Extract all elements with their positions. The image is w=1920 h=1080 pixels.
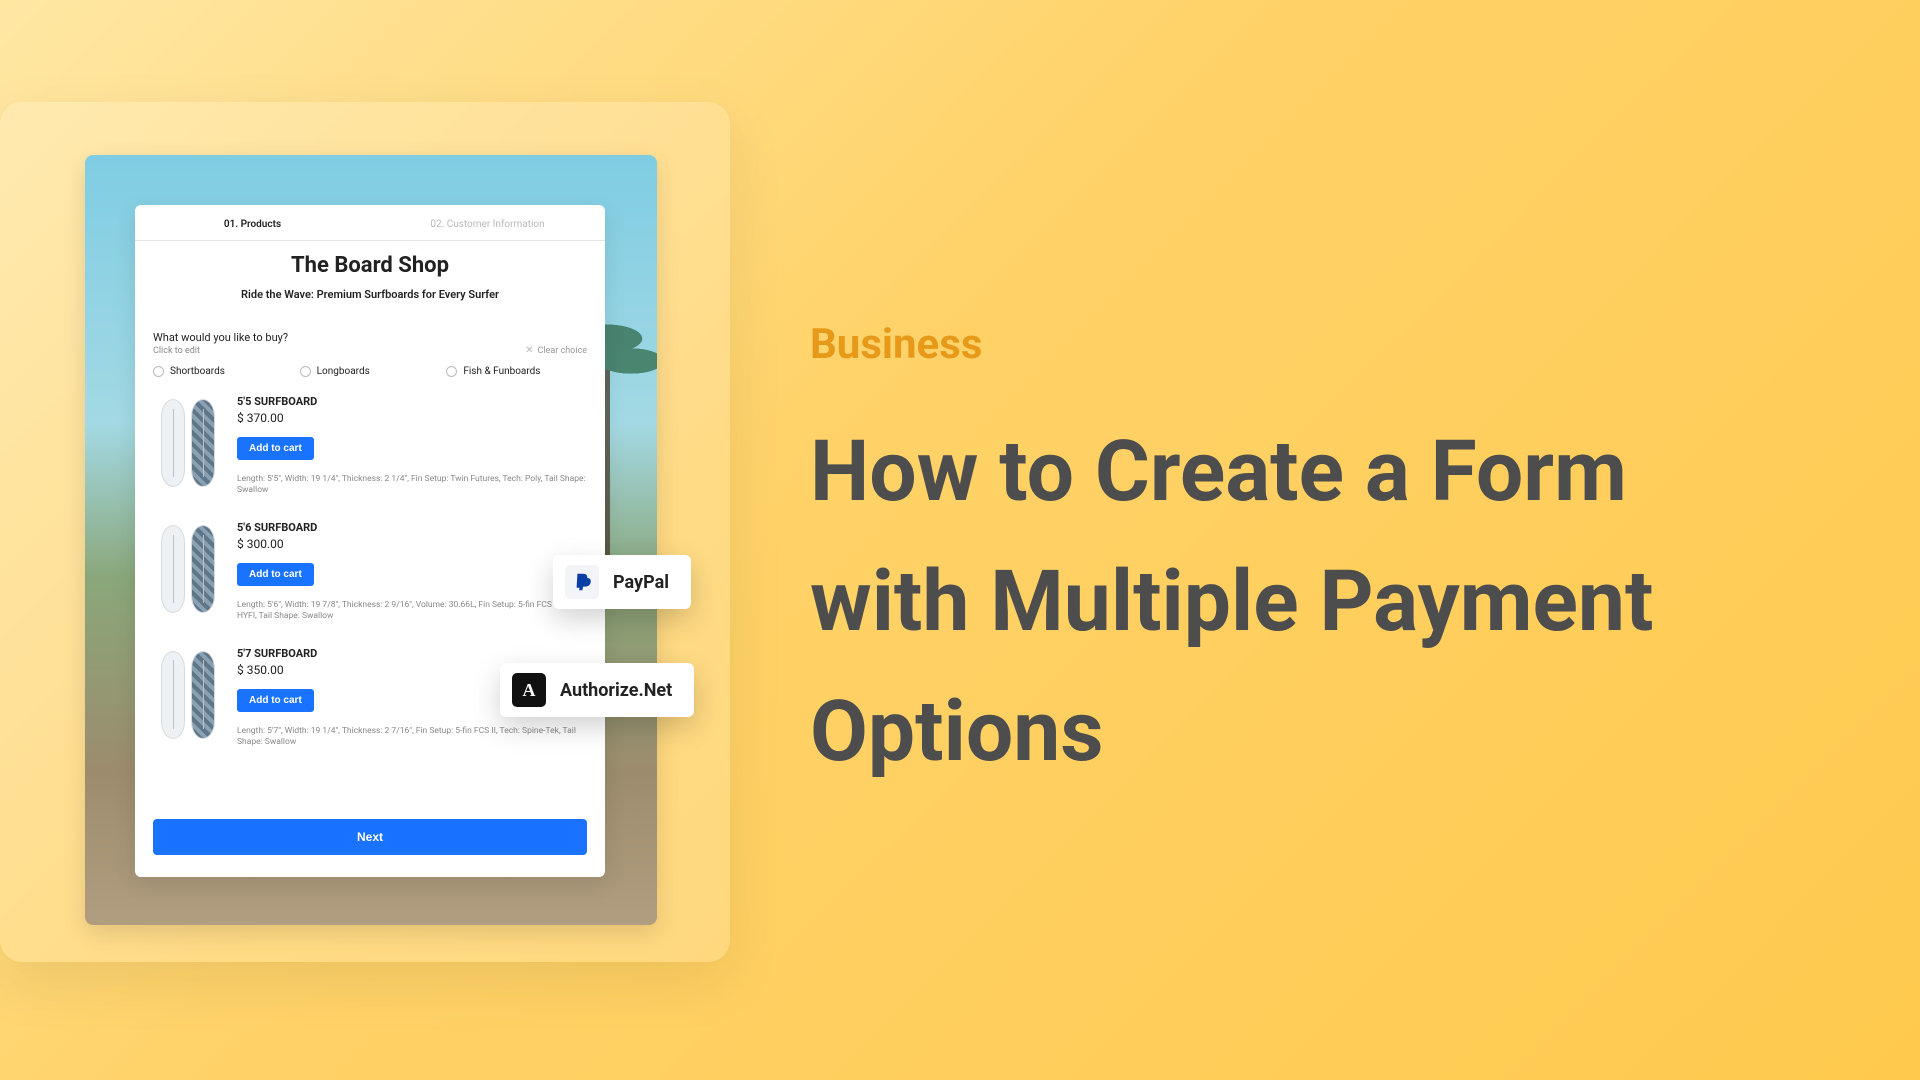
product-description: Length: 5'7", Width: 19 1/4", Thickness:…	[237, 726, 587, 749]
badge-authorize-net: A Authorize.Net	[500, 663, 694, 717]
surfboard-icon	[161, 399, 185, 487]
product-price: $ 300.00	[237, 537, 587, 551]
edit-hint[interactable]: Click to edit	[153, 346, 288, 356]
product-name: 5'5 SURFBOARD	[237, 395, 587, 408]
radio-label: Fish & Funboards	[463, 366, 540, 377]
product-thumbnail	[153, 395, 223, 491]
surfboard-icon	[161, 525, 185, 613]
badge-label: PayPal	[613, 572, 669, 593]
product-name: 5'7 SURFBOARD	[237, 647, 587, 660]
radio-fish-funboards[interactable]: Fish & Funboards	[446, 366, 587, 377]
order-form: 01. Products 02. Customer Information Th…	[135, 205, 605, 877]
radio-label: Shortboards	[170, 366, 225, 377]
badge-paypal: PayPal	[553, 555, 691, 609]
hero-scene: 01. Products 02. Customer Information Th…	[85, 155, 657, 925]
badge-label: Authorize.Net	[560, 680, 672, 701]
close-icon: ✕	[525, 345, 533, 356]
surfboard-icon	[161, 651, 185, 739]
paypal-icon	[565, 565, 599, 599]
authorize-net-icon: A	[512, 673, 546, 707]
radio-icon	[446, 366, 457, 377]
product-name: 5'6 SURFBOARD	[237, 521, 587, 534]
add-to-cart-button[interactable]: Add to cart	[237, 563, 314, 586]
product-description: Length: 5'5", Width: 19 1/4", Thickness:…	[237, 474, 587, 497]
radio-icon	[153, 366, 164, 377]
product-thumbnail	[153, 647, 223, 743]
product-row: 5'6 SURFBOARD $ 300.00 Add to cart Lengt…	[153, 509, 587, 635]
product-row: 5'5 SURFBOARD $ 370.00 Add to cart Lengt…	[153, 383, 587, 509]
radio-label: Longboards	[317, 366, 370, 377]
next-button[interactable]: Next	[153, 819, 587, 855]
form-subtitle: Ride the Wave: Premium Surfboards for Ev…	[135, 288, 605, 301]
clear-choice-button[interactable]: ✕ Clear choice	[525, 345, 587, 356]
article-headline: How to Create a Form with Multiple Payme…	[810, 407, 1770, 798]
radio-icon	[300, 366, 311, 377]
step-customer-info[interactable]: 02. Customer Information	[370, 219, 605, 230]
add-to-cart-button[interactable]: Add to cart	[237, 437, 314, 460]
radio-longboards[interactable]: Longboards	[300, 366, 441, 377]
step-products[interactable]: 01. Products	[135, 219, 370, 230]
form-title: The Board Shop	[135, 253, 605, 278]
question-label: What would you like to buy?	[153, 331, 288, 344]
surfboard-icon	[191, 399, 215, 487]
product-thumbnail	[153, 521, 223, 617]
product-description: Length: 5'6", Width: 19 7/8", Thickness:…	[237, 600, 587, 623]
product-price: $ 370.00	[237, 411, 587, 425]
article-category: Business	[810, 320, 1770, 369]
add-to-cart-button[interactable]: Add to cart	[237, 689, 314, 712]
radio-shortboards[interactable]: Shortboards	[153, 366, 294, 377]
clear-choice-label: Clear choice	[538, 346, 587, 356]
surfboard-icon	[191, 525, 215, 613]
surfboard-icon	[191, 651, 215, 739]
